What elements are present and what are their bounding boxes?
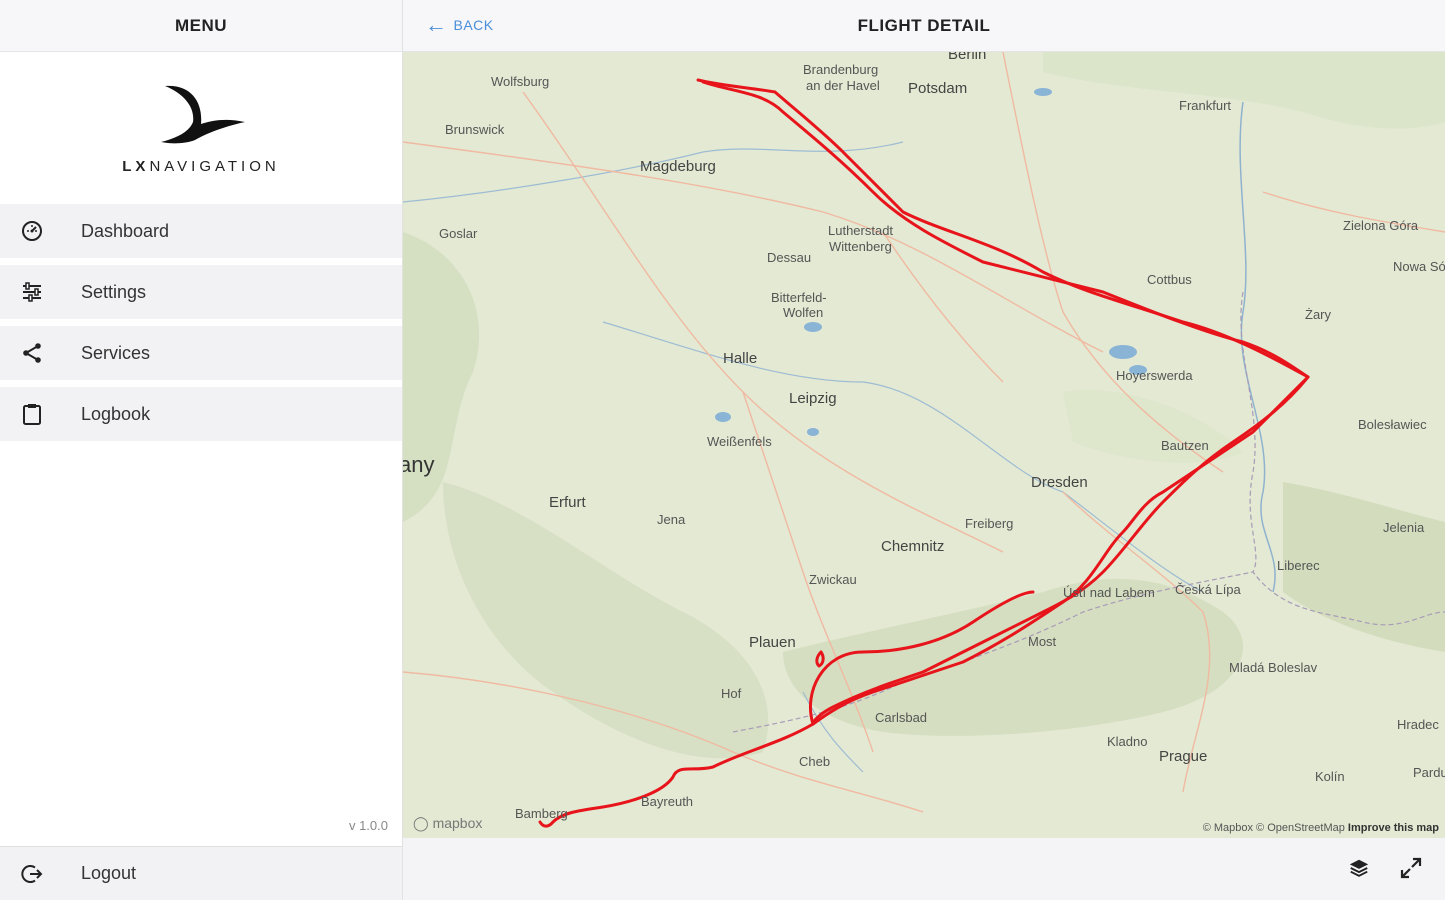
app-version: v 1.0.0 xyxy=(348,818,388,833)
menu-item-services[interactable]: Services xyxy=(0,326,402,380)
main-content: ← BACK FLIGHT DETAIL Wolfsburg Brandenbu… xyxy=(403,0,1445,900)
map-label: Wittenberg xyxy=(829,239,892,254)
map-label: Wolfsburg xyxy=(491,74,550,89)
expand-button[interactable] xyxy=(1397,856,1425,884)
back-button[interactable]: ← BACK xyxy=(425,14,494,36)
map-label: Most xyxy=(1028,634,1057,649)
map-label: any xyxy=(403,452,435,477)
map-label: Brandenburg xyxy=(803,62,879,77)
map-label: Kolín xyxy=(1315,769,1345,784)
sliders-icon xyxy=(18,278,46,306)
map-label: Freiberg xyxy=(965,516,1014,531)
map-label: Dresden xyxy=(1031,474,1088,491)
map-label: Hradec xyxy=(1397,717,1439,732)
map-label: Zielona Góra xyxy=(1343,218,1419,233)
map-label: Ústí nad Labem xyxy=(1063,585,1155,600)
map-label: Cheb xyxy=(799,754,831,769)
menu-item-dashboard[interactable]: Dashboard xyxy=(0,204,402,258)
attribution-text: © Mapbox © OpenStreetMap xyxy=(1202,822,1345,834)
map-label: Leipzig xyxy=(789,390,837,407)
map-label: Hof xyxy=(721,686,742,701)
map-label: Wolfen xyxy=(783,305,824,320)
dashboard-icon xyxy=(18,217,46,245)
map-label: Kladno xyxy=(1107,734,1148,749)
logout-label: Logout xyxy=(81,863,137,883)
menu-title: MENU xyxy=(0,0,402,52)
map-label: Bayreuth xyxy=(641,794,694,809)
main-menu: Dashboard Settings Services Logbook xyxy=(0,204,402,441)
map-label: Berlin xyxy=(948,52,987,63)
map-label: Pardu xyxy=(1413,765,1445,780)
map-label: Mladá Boleslav xyxy=(1229,660,1318,675)
map-label: Česká Lípa xyxy=(1175,582,1241,597)
map-attribution: © Mapbox © OpenStreetMap Improve this ma… xyxy=(1203,822,1439,834)
menu-item-label: Dashboard xyxy=(81,220,170,241)
map-label: Jelenia xyxy=(1383,520,1425,535)
map-label: an der Havel xyxy=(806,78,880,93)
menu-item-logbook[interactable]: Logbook xyxy=(0,387,402,441)
map-label: Dessau xyxy=(767,250,812,265)
map-label: Weißenfels xyxy=(707,434,772,449)
sidebar: MENU LXNAVIGATION Dashboard Settings Ser… xyxy=(0,0,403,900)
map-label: Żary xyxy=(1305,307,1331,322)
map-label: Prague xyxy=(1159,748,1208,765)
menu-item-settings[interactable]: Settings xyxy=(0,265,402,319)
improve-map-link[interactable]: Improve this map xyxy=(1348,822,1439,834)
map-label: Lutherstadt xyxy=(828,223,894,238)
layers-icon xyxy=(1348,857,1370,884)
logout-icon xyxy=(18,860,46,888)
top-bar: ← BACK FLIGHT DETAIL xyxy=(403,0,1445,52)
map-label: Goslar xyxy=(439,226,478,241)
menu-item-label: Services xyxy=(81,342,151,363)
map-label: Bitterfeld- xyxy=(771,290,827,305)
map-label: Erfurt xyxy=(549,494,586,511)
share-icon xyxy=(18,339,46,367)
map-label: Frankfurt xyxy=(1179,98,1232,113)
map-label: Plauen xyxy=(749,634,796,651)
map-label: Hoyerswerda xyxy=(1116,368,1193,383)
arrow-left-icon: ← xyxy=(425,12,448,37)
map-label: Jena xyxy=(657,512,686,527)
flight-map[interactable]: Wolfsburg Brandenburg an der Havel Berli… xyxy=(403,52,1445,838)
map-label: Chemnitz xyxy=(881,538,945,555)
map-label: Potsdam xyxy=(908,80,968,97)
map-label: Liberec xyxy=(1277,558,1320,573)
expand-icon xyxy=(1399,856,1423,885)
brand-name: LXNAVIGATION xyxy=(122,157,280,175)
swallow-logo-icon xyxy=(161,85,245,143)
menu-item-label: Settings xyxy=(81,281,147,302)
page-title: FLIGHT DETAIL xyxy=(857,15,991,35)
menu-item-label: Logbook xyxy=(81,403,151,424)
map-label: Halle xyxy=(723,350,758,367)
map-label: Bautzen xyxy=(1161,438,1209,453)
mapbox-logo[interactable]: ◯ mapbox xyxy=(413,815,482,832)
map-label: Brunswick xyxy=(445,122,505,137)
map-label: Cottbus xyxy=(1147,272,1192,287)
back-label: BACK xyxy=(453,17,494,33)
layers-button[interactable] xyxy=(1345,856,1373,884)
logout-button[interactable]: Logout xyxy=(0,846,402,900)
clipboard-icon xyxy=(18,400,46,428)
brand-logo: LXNAVIGATION xyxy=(0,52,402,202)
map-label: Bolesławiec xyxy=(1358,417,1427,432)
map-label: Zwickau xyxy=(809,572,857,587)
map-label: Magdeburg xyxy=(640,158,716,175)
map-toolbar xyxy=(403,838,1445,900)
map-label: Nowa Sól xyxy=(1393,259,1445,274)
map-label: Bamberg xyxy=(515,806,568,821)
map-label: Carlsbad xyxy=(875,710,928,725)
